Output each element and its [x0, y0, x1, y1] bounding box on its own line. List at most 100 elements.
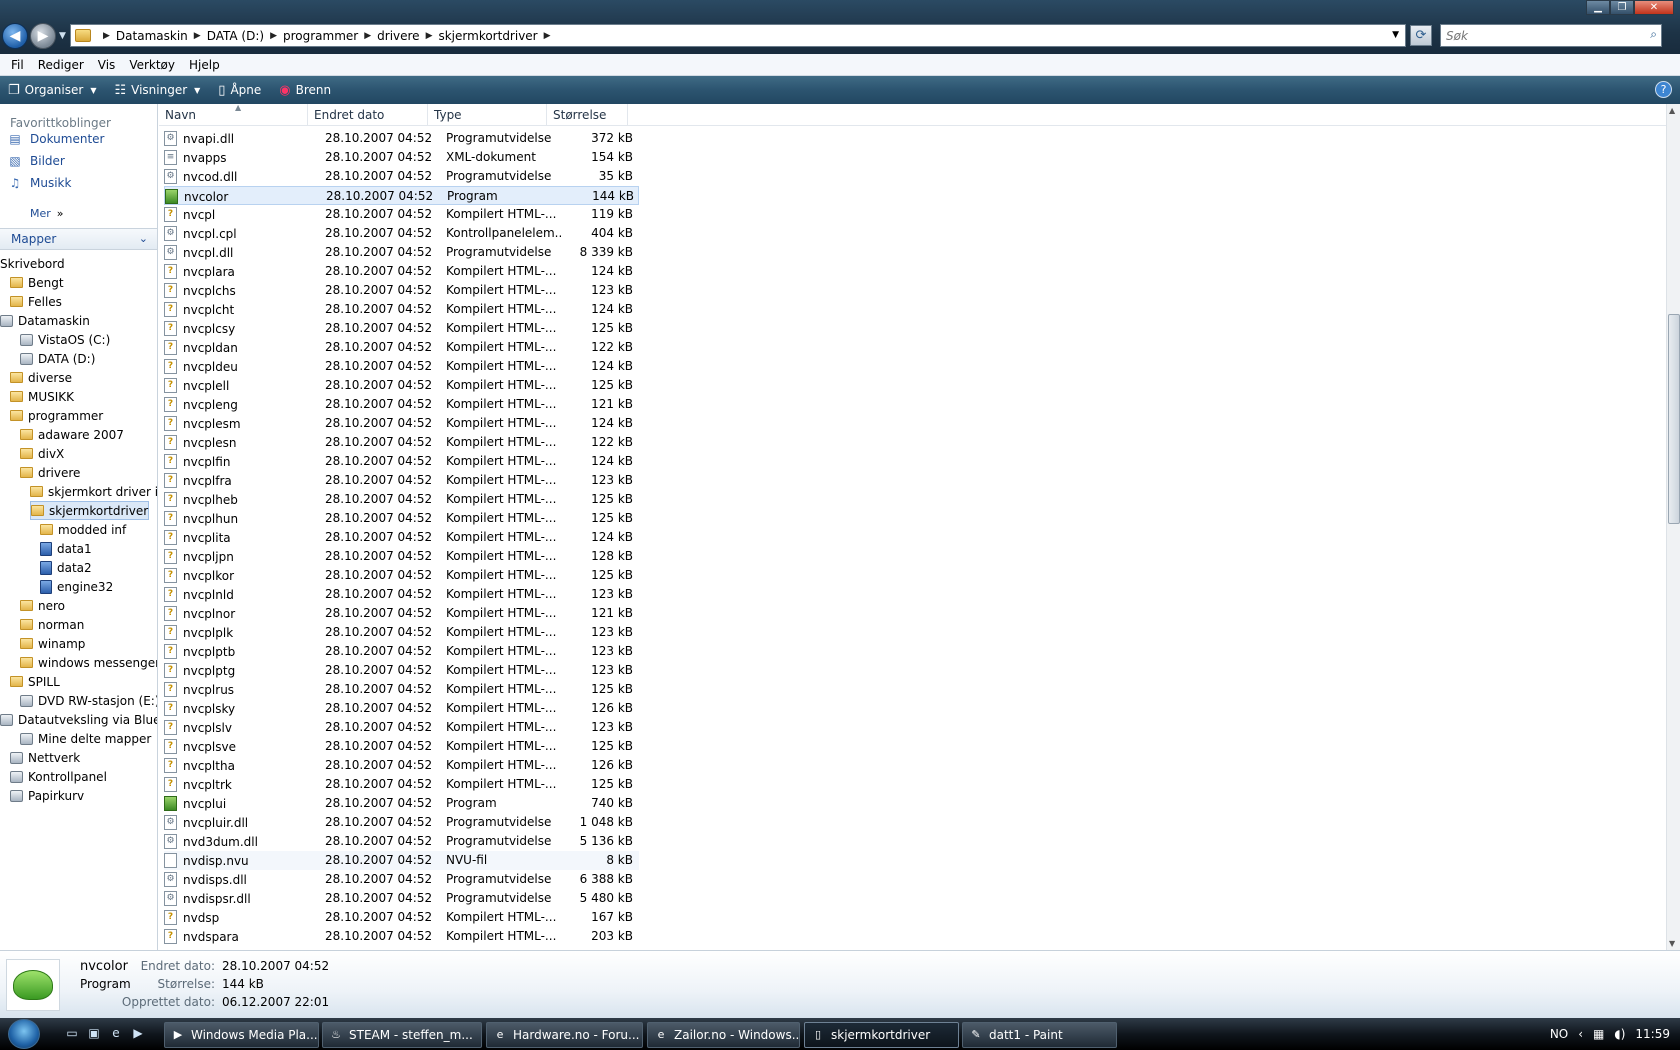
- taskbar-button[interactable]: ▯ skjermkortdriver: [804, 1022, 959, 1048]
- favorite-pictures[interactable]: ▧ Bilder: [8, 154, 65, 168]
- favorite-documents[interactable]: ▤ Dokumenter: [8, 132, 104, 146]
- vertical-scrollbar[interactable]: ▲ ▼: [1666, 104, 1680, 950]
- file-row[interactable]: ? nvdsp 28.10.2007 04:52 Kompilert HTML-...…: [164, 908, 639, 927]
- start-button[interactable]: [8, 1019, 40, 1049]
- tree-item[interactable]: DVD RW-stasjon (E:): [20, 691, 157, 710]
- file-row[interactable]: ? nvcplfra 28.10.2007 04:52 Kompilert HTML-…: [164, 471, 639, 490]
- tree-item[interactable]: Datamaskin: [0, 311, 90, 330]
- menu-file[interactable]: Fil: [4, 58, 31, 72]
- tree-item[interactable]: programmer: [10, 406, 103, 425]
- file-row[interactable]: ? nvcplptg 28.10.2007 04:52 Kompilert HTML-…: [164, 661, 639, 680]
- tree-item[interactable]: windows messenger: [20, 653, 157, 672]
- menu-tools[interactable]: Verktøy: [122, 58, 182, 72]
- tree-item[interactable]: Datautveksling via Blueto: [0, 710, 157, 729]
- media-player-icon[interactable]: ▶: [130, 1026, 146, 1041]
- taskbar-button[interactable]: e Hardware.no - Foru...: [486, 1022, 643, 1048]
- chevron-right-icon[interactable]: ▶: [270, 31, 277, 41]
- taskbar-button[interactable]: e Zailor.no - Windows...: [647, 1022, 800, 1048]
- tree-item[interactable]: engine32: [40, 577, 113, 596]
- file-row[interactable]: ≡ nvapps 28.10.2007 04:52 XML-dokument 154 k…: [164, 148, 639, 167]
- file-row[interactable]: ? nvcpleng 28.10.2007 04:52 Kompilert HTML-…: [164, 395, 639, 414]
- column-date[interactable]: Endret dato: [308, 104, 428, 126]
- file-row[interactable]: ? nvcplara 28.10.2007 04:52 Kompilert HTML-…: [164, 262, 639, 281]
- forward-button[interactable]: ▶: [30, 23, 56, 49]
- maximize-button[interactable]: ❐: [1610, 0, 1634, 15]
- tree-item[interactable]: Felles: [10, 292, 62, 311]
- file-row[interactable]: ? nvcplkor 28.10.2007 04:52 Kompilert HTML-…: [164, 566, 639, 585]
- favorite-music[interactable]: ♫ Musikk: [8, 176, 72, 190]
- file-row[interactable]: ? nvcplnor 28.10.2007 04:52 Kompilert HTML-…: [164, 604, 639, 623]
- breadcrumb-data-drive[interactable]: DATA (D:): [207, 29, 264, 43]
- file-row[interactable]: ? nvcplita 28.10.2007 04:52 Kompilert HTML-…: [164, 528, 639, 547]
- file-row[interactable]: ? nvdspara 28.10.2007 04:52 Kompilert HTML-…: [164, 927, 639, 946]
- address-bar[interactable]: ▶ Datamaskin ▶ DATA (D:) ▶ programmer ▶ …: [70, 24, 1406, 47]
- file-row[interactable]: ? nvcplplk 28.10.2007 04:52 Kompilert HTML-…: [164, 623, 639, 642]
- file-row[interactable]: ⚙ nvdisps.dll 28.10.2007 04:52 Programutvid…: [164, 870, 639, 889]
- taskbar-button[interactable]: ✎ datt1 - Paint: [962, 1022, 1117, 1048]
- open-button[interactable]: ▯ Åpne: [210, 83, 271, 98]
- close-button[interactable]: ✕: [1634, 0, 1674, 15]
- network-icon[interactable]: ▦: [1593, 1027, 1604, 1041]
- chevron-right-icon[interactable]: ▶: [194, 31, 201, 41]
- file-row[interactable]: ⚙ nvcpluir.dll 28.10.2007 04:52 Programutvi…: [164, 813, 639, 832]
- file-row[interactable]: ? nvcplslv 28.10.2007 04:52 Kompilert HTML-…: [164, 718, 639, 737]
- help-button[interactable]: ?: [1655, 81, 1672, 98]
- file-row[interactable]: ⚙ nvcod.dll 28.10.2007 04:52 Programutvidel…: [164, 167, 639, 186]
- file-row[interactable]: nvcplui 28.10.2007 04:52 Program 740 kB: [164, 794, 639, 813]
- breadcrumb-skjermkortdriver[interactable]: skjermkortdriver: [438, 29, 537, 43]
- tree-item[interactable]: Kontrollpanel: [10, 767, 107, 786]
- chevron-right-icon[interactable]: ▶: [426, 31, 433, 41]
- tree-item[interactable]: drivere: [20, 463, 80, 482]
- recent-pages-dropdown[interactable]: ▼: [59, 31, 66, 41]
- language-indicator[interactable]: NO: [1550, 1027, 1568, 1041]
- tree-item[interactable]: Papirkurv: [10, 786, 84, 805]
- file-row[interactable]: ? nvcplrus 28.10.2007 04:52 Kompilert HTML-…: [164, 680, 639, 699]
- tree-item[interactable]: adaware 2007: [20, 425, 124, 444]
- breadcrumb-computer[interactable]: Datamaskin: [116, 29, 188, 43]
- file-row[interactable]: nvcolor 28.10.2007 04:52 Program 144 kB: [164, 186, 639, 205]
- tree-item[interactable]: MUSIKK: [10, 387, 74, 406]
- more-favorites-link[interactable]: Mer»: [30, 206, 64, 220]
- chevron-right-icon[interactable]: ▶: [544, 31, 551, 41]
- scroll-thumb[interactable]: [1668, 314, 1680, 524]
- file-row[interactable]: nvdisp.nvu 28.10.2007 04:52 NVU-fil 8 kB: [164, 851, 639, 870]
- file-row[interactable]: ? nvcplell 28.10.2007 04:52 Kompilert HTML-…: [164, 376, 639, 395]
- tree-item[interactable]: Nettverk: [10, 748, 80, 767]
- tree-item[interactable]: SPILL: [10, 672, 60, 691]
- back-button[interactable]: ◀: [2, 23, 28, 49]
- file-row[interactable]: ⚙ nvcpl.cpl 28.10.2007 04:52 Kontrollpanele…: [164, 224, 639, 243]
- file-row[interactable]: ⚙ nvapi.dll 28.10.2007 04:52 Programutvidel…: [164, 129, 639, 148]
- burn-button[interactable]: ◉ Brenn: [271, 83, 341, 98]
- scroll-up-icon[interactable]: ▲: [1669, 106, 1675, 115]
- menu-edit[interactable]: Rediger: [31, 58, 91, 72]
- show-desktop-icon[interactable]: ▭: [64, 1026, 80, 1041]
- taskbar-button[interactable]: ▶ Windows Media Pla...: [164, 1022, 319, 1048]
- internet-explorer-icon[interactable]: e: [108, 1026, 124, 1041]
- breadcrumb-programmer[interactable]: programmer: [283, 29, 358, 43]
- file-row[interactable]: ⚙ nvd3dum.dll 28.10.2007 04:52 Programutvid…: [164, 832, 639, 851]
- file-row[interactable]: ? nvcpl 28.10.2007 04:52 Kompilert HTML-...…: [164, 205, 639, 224]
- menu-help[interactable]: Hjelp: [182, 58, 227, 72]
- column-type[interactable]: Type: [428, 104, 547, 126]
- tree-item[interactable]: Mine delte mapper: [20, 729, 151, 748]
- file-row[interactable]: ? nvcplfin 28.10.2007 04:52 Kompilert HTML-…: [164, 452, 639, 471]
- file-row[interactable]: ? nvcpltha 28.10.2007 04:52 Kompilert HTML-…: [164, 756, 639, 775]
- chevron-right-icon[interactable]: ▶: [364, 31, 371, 41]
- volume-icon[interactable]: ◖): [1614, 1027, 1625, 1041]
- file-row[interactable]: ? nvcplesn 28.10.2007 04:52 Kompilert HTML-…: [164, 433, 639, 452]
- address-dropdown-icon[interactable]: ▼: [1392, 30, 1399, 40]
- tree-item[interactable]: VistaOS (C:): [20, 330, 110, 349]
- tree-item[interactable]: DATA (D:): [20, 349, 95, 368]
- file-row[interactable]: ? nvcplchs 28.10.2007 04:52 Kompilert HTML-…: [164, 281, 639, 300]
- tree-item[interactable]: nero: [20, 596, 65, 615]
- file-row[interactable]: ? nvcplsky 28.10.2007 04:52 Kompilert HTML-…: [164, 699, 639, 718]
- tree-item[interactable]: data2: [40, 558, 92, 577]
- taskbar-button[interactable]: ♨ STEAM - steffen_m...: [322, 1022, 482, 1048]
- tray-expand-icon[interactable]: ‹: [1578, 1027, 1583, 1041]
- file-row[interactable]: ? nvcplheb 28.10.2007 04:52 Kompilert HTML-…: [164, 490, 639, 509]
- file-row[interactable]: ? nvcpldeu 28.10.2007 04:52 Kompilert HTML-…: [164, 357, 639, 376]
- file-row[interactable]: ? nvcplsve 28.10.2007 04:52 Kompilert HTML-…: [164, 737, 639, 756]
- minimize-button[interactable]: ▁: [1586, 0, 1610, 15]
- views-button[interactable]: ☷ Visninger ▼: [106, 83, 210, 98]
- file-row[interactable]: ? nvcplcsy 28.10.2007 04:52 Kompilert HTML-…: [164, 319, 639, 338]
